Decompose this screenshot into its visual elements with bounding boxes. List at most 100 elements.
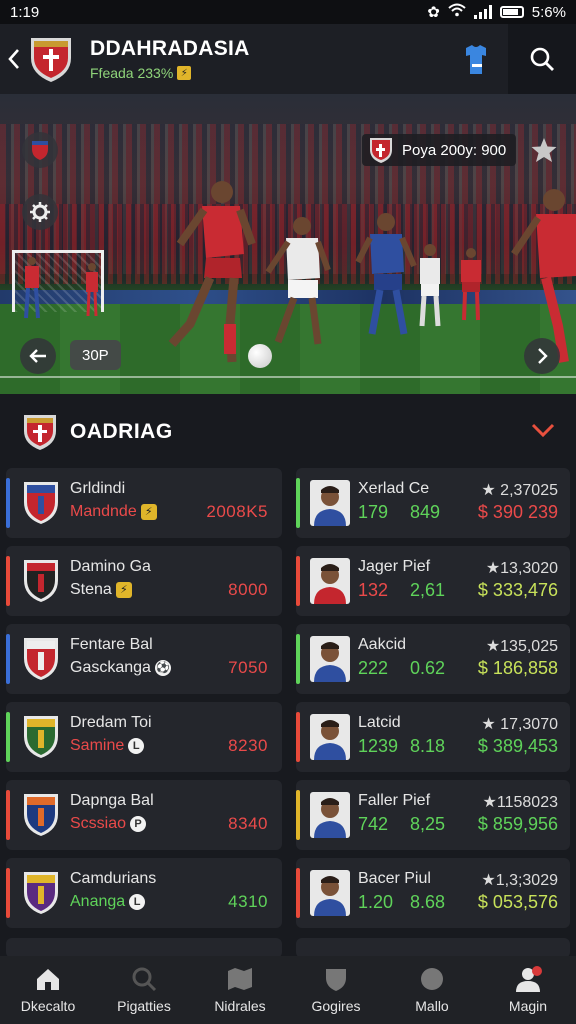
club-card[interactable]: Fentare Bal Gasckanga ⚽ 7050	[6, 624, 282, 694]
player-photo	[310, 792, 350, 838]
player-card[interactable]: Jager Pief 132 2,61 ★13,3020 $ 333,476	[296, 546, 570, 616]
club-card-partial[interactable]	[6, 938, 282, 958]
club-tag-icon: ⚡	[115, 581, 132, 598]
player-card[interactable]: Xerlad Ce 179 849 ★ 2,37025 $ 390 239	[296, 468, 570, 538]
player-stat-2: 0.62	[410, 658, 446, 678]
back-button[interactable]	[0, 24, 28, 94]
player-photo	[310, 870, 350, 916]
club-card[interactable]: Grldindi Mandnde ⚡ 2008K5	[6, 468, 282, 538]
club-logo-icon	[24, 638, 58, 680]
prev-button[interactable]	[20, 338, 56, 374]
club-subname-text: Samine	[70, 737, 125, 754]
club-value: 4310	[228, 892, 268, 911]
back-arrow-icon	[8, 49, 19, 69]
player-figure-red	[168, 181, 256, 363]
profile-icon	[516, 966, 542, 992]
club-tag-icon: L	[128, 737, 145, 754]
shield-icon	[326, 969, 346, 991]
battery-icon	[499, 6, 524, 18]
player-stat-1: 1239	[358, 736, 399, 756]
club-logo-icon	[24, 560, 58, 602]
accent-bar	[6, 868, 10, 918]
player-photo	[310, 558, 350, 604]
arrow-left-icon	[29, 349, 46, 363]
nav-item-magin[interactable]: Magin	[480, 956, 576, 1024]
player-stat-1: 1.20	[358, 892, 394, 912]
club-card[interactable]: Damino Ga Stena ⚡ 8000	[6, 546, 282, 616]
club-card[interactable]: Dapnga Bal Scssiao P 8340	[6, 780, 282, 850]
club-tag-icon: ⚡	[140, 503, 157, 520]
club-subname: Stena ⚡	[70, 581, 132, 599]
player-card[interactable]: Bacer Piul 1.20 8.68 ★1,3;3029 $ 053,576	[296, 858, 570, 928]
wifi-icon	[448, 3, 466, 21]
section-crest-logo	[24, 415, 56, 450]
player-stat-2: 849	[410, 502, 441, 522]
player-photo	[310, 714, 350, 760]
player-rating: ★ 17,3070	[481, 716, 558, 733]
settings-button[interactable]	[22, 194, 58, 230]
next-button[interactable]	[524, 338, 560, 374]
player-value: $ 333,476	[477, 580, 558, 600]
jersey-button[interactable]	[456, 40, 496, 80]
status-time: 1:19	[10, 3, 40, 21]
nav-label: Gogires	[311, 998, 361, 1014]
section-header[interactable]: OADRIAG	[0, 394, 576, 470]
lightning-badge-icon: ⚡	[177, 66, 192, 80]
player-name: Xerlad Ce	[358, 480, 430, 497]
favorite-button[interactable]	[528, 134, 560, 166]
player-name: Bacer Piul	[358, 870, 431, 887]
club-tag-icon: ⚽	[154, 659, 171, 676]
player-value: $ 053,576	[477, 892, 558, 912]
club-name: Camdurians	[70, 870, 157, 887]
player-rating: ★135,025	[485, 638, 558, 655]
section-title: OADRIAG	[70, 420, 173, 443]
player-card[interactable]: Faller Pief 742 8,25 ★1158023 $ 859,956	[296, 780, 570, 850]
ball-icon	[421, 968, 443, 990]
player-card[interactable]: Latcid 1239 8.18 ★ 17,3070 $ 389,453	[296, 702, 570, 772]
app-header: DDAHRADASIA Ffeada 233% ⚡	[0, 24, 576, 94]
club-crest-button[interactable]	[22, 132, 58, 168]
nav-item-pigatties[interactable]: Pigatties	[96, 956, 192, 1024]
player-stat-2: 8.68	[410, 892, 446, 912]
player-rating: ★ 2,37025	[481, 482, 558, 499]
status-bar: 1:19 ✿ 5:6%	[0, 0, 576, 24]
accent-bar	[296, 712, 300, 762]
nav-item-mallo[interactable]: Mallo	[384, 956, 480, 1024]
page-title: DDAHRADASIA	[90, 37, 250, 60]
club-subname: Scssiao P	[70, 815, 147, 833]
player-figure-left	[24, 257, 40, 319]
crest-icon	[32, 141, 48, 160]
club-name: Dredam Toi	[70, 714, 152, 731]
accent-bar	[6, 634, 10, 684]
search-icon	[132, 967, 157, 992]
accent-bar	[296, 478, 300, 528]
chevron-down-icon[interactable]	[530, 420, 556, 440]
nav-label: Dkecalto	[20, 998, 76, 1014]
player-value: $ 389,453	[477, 736, 558, 756]
player-stat-1: 222	[358, 658, 389, 678]
club-value: 8340	[228, 814, 268, 833]
filter-tag[interactable]: 30P	[70, 340, 121, 370]
header-text: DDAHRADASIA Ffeada 233% ⚡	[90, 37, 250, 81]
club-subname-text: Stena	[70, 581, 112, 598]
nav-item-nidrales[interactable]: Nidrales	[192, 956, 288, 1024]
player-photo	[310, 636, 350, 682]
accent-bar	[6, 478, 10, 528]
player-stat-1: 132	[358, 580, 389, 600]
player-value: $ 859,956	[477, 814, 558, 834]
nav-label: Nidrales	[214, 998, 266, 1014]
nav-label: Magin	[508, 998, 548, 1014]
club-card[interactable]: Camdurians Ananga L 4310	[6, 858, 282, 928]
player-stat-2: 8.18	[410, 736, 446, 756]
club-name: Dapnga Bal	[70, 792, 154, 809]
player-card[interactable]: Aakcid 222 0.62 ★135,025 $ 186,858	[296, 624, 570, 694]
player-name: Jager Pief	[358, 558, 431, 575]
search-button[interactable]	[508, 24, 576, 94]
bottom-nav: Dkecalto Pigatties Nidrales Gogires Mallo Mag…	[0, 956, 576, 1024]
league-section: OADRIAG Grldindi Mandnde ⚡ 2008K5 Damino Ga…	[0, 394, 576, 960]
club-card[interactable]: Dredam Toi Samine L 8230	[6, 702, 282, 772]
nav-item-gogires[interactable]: Gogires	[288, 956, 384, 1024]
club-crest-logo	[31, 38, 71, 82]
player-card-partial[interactable]	[296, 938, 570, 958]
nav-item-dkecalto[interactable]: Dkecalto	[0, 956, 96, 1024]
